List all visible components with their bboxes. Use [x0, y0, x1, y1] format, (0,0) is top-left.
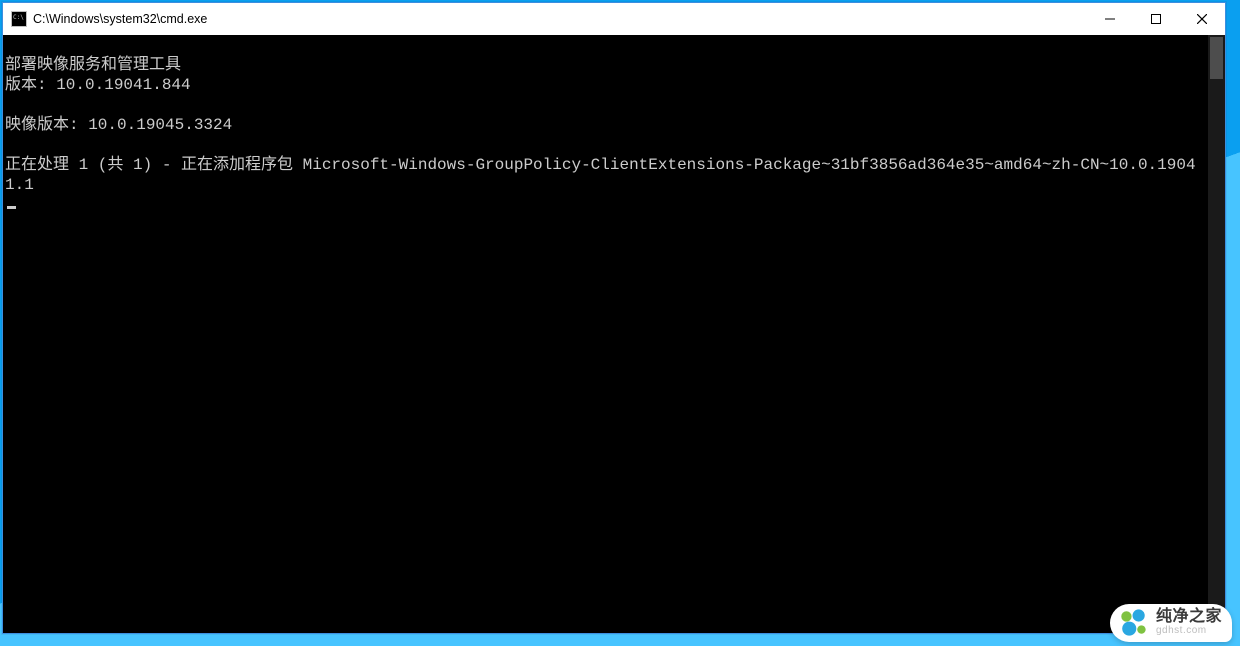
- close-button[interactable]: [1179, 3, 1225, 35]
- maximize-button[interactable]: [1133, 3, 1179, 35]
- watermark-title: 纯净之家: [1156, 609, 1222, 626]
- console-cursor-line: [3, 195, 1207, 215]
- brand-logo-icon: [1118, 608, 1148, 638]
- console-line: 正在处理 1 (共 1) - 正在添加程序包 Microsoft-Windows…: [3, 155, 1207, 195]
- console-line: 部署映像服务和管理工具: [3, 55, 1207, 75]
- console-line: 版本: 10.0.19041.844: [3, 75, 1207, 95]
- scrollbar-thumb[interactable]: [1210, 37, 1223, 79]
- titlebar[interactable]: C:\ C:\Windows\system32\cmd.exe: [3, 3, 1225, 35]
- vertical-scrollbar[interactable]: ▲ ▼: [1208, 35, 1225, 633]
- cmd-icon: C:\: [11, 11, 27, 27]
- cmd-window: C:\ C:\Windows\system32\cmd.exe 部署映像服务和管…: [2, 2, 1226, 634]
- console-line: 映像版本: 10.0.19045.3324: [3, 115, 1207, 135]
- cursor-icon: [7, 206, 16, 209]
- svg-text:C:\: C:\: [13, 14, 24, 21]
- console-output[interactable]: 部署映像服务和管理工具 版本: 10.0.19041.844 映像版本: 10.…: [3, 35, 1207, 633]
- watermark-subtitle: gdhst.com: [1156, 626, 1222, 637]
- watermark-badge: 纯净之家 gdhst.com: [1110, 604, 1232, 642]
- console-client-area: 部署映像服务和管理工具 版本: 10.0.19041.844 映像版本: 10.…: [3, 35, 1225, 633]
- window-title: C:\Windows\system32\cmd.exe: [33, 12, 1087, 26]
- window-controls: [1087, 3, 1225, 35]
- minimize-button[interactable]: [1087, 3, 1133, 35]
